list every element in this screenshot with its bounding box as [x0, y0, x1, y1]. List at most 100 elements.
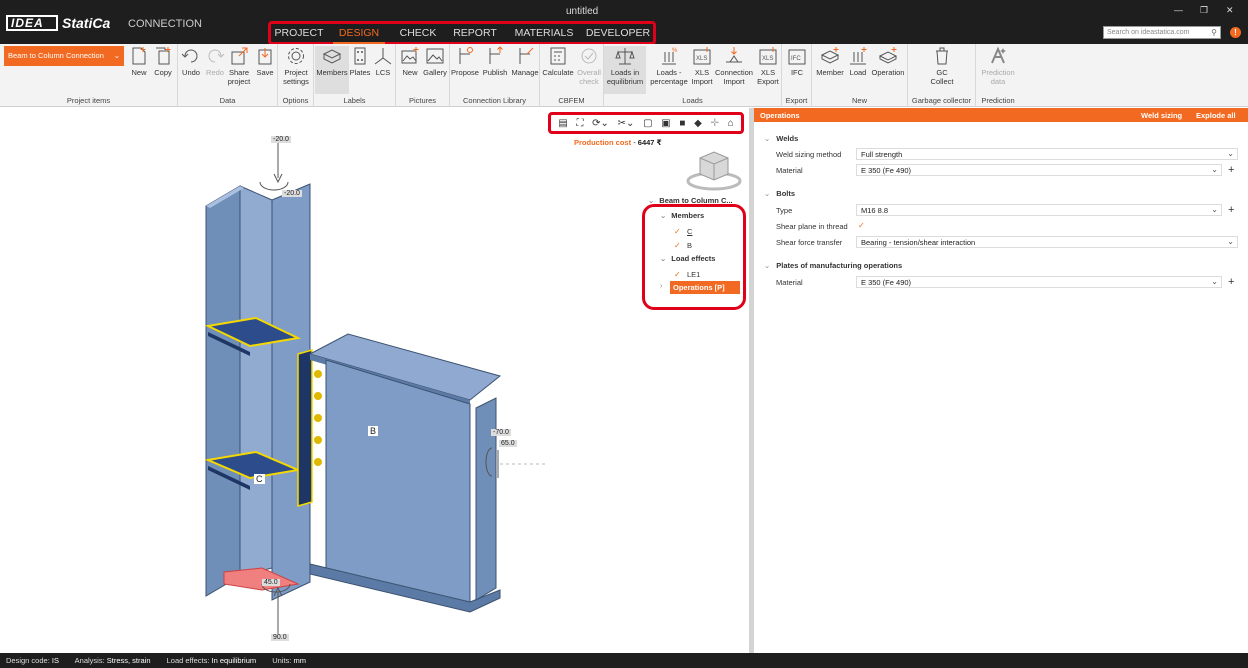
- weld-sizing-button[interactable]: Weld sizing: [1141, 111, 1182, 120]
- gallery-icon: [426, 48, 444, 64]
- members-label-toggle[interactable]: Members: [315, 46, 349, 94]
- lcs-toggle[interactable]: LCS: [372, 46, 394, 77]
- tab-developer[interactable]: DEVELOPER: [585, 24, 651, 42]
- tab-materials[interactable]: MATERIALS: [509, 24, 579, 42]
- undo-button[interactable]: Undo: [180, 46, 202, 77]
- redo-button[interactable]: Redo: [204, 46, 226, 77]
- overall-check-label: Overall check: [577, 68, 601, 86]
- section-plates[interactable]: ⌄ Plates of manufacturing operations: [764, 261, 902, 270]
- tree-member-c[interactable]: ✓ C: [674, 227, 692, 236]
- zoom-fit-icon[interactable]: ⛶: [576, 118, 583, 129]
- add-material-icon[interactable]: +: [1228, 165, 1234, 176]
- publish-button[interactable]: Publish: [480, 46, 510, 77]
- group-label: CBFEM: [558, 96, 585, 105]
- prediction-data-button[interactable]: Prediction data: [978, 46, 1018, 86]
- save-button[interactable]: Save: [254, 46, 276, 77]
- loads-in-equilibrium-button[interactable]: Loads in equilibrium: [604, 46, 646, 94]
- redo-label: Redo: [206, 68, 224, 77]
- section-bolts[interactable]: ⌄ Bolts: [764, 189, 795, 198]
- group-label: Export: [785, 96, 808, 105]
- connection-model[interactable]: [180, 128, 560, 648]
- new-operation-button[interactable]: Operation: [870, 46, 906, 77]
- tab-report[interactable]: REPORT: [447, 24, 503, 42]
- add-bolt-icon[interactable]: +: [1228, 205, 1234, 216]
- 3d-viewport[interactable]: ▤ ⛶ ⟳⌄ ✂⌄ ▢ ▣ ■ ◆ ✛ ⌂ Production cost - …: [0, 108, 749, 653]
- bolt-type-select[interactable]: M16 8.8 ⌄: [856, 204, 1222, 216]
- solid-icon[interactable]: ■: [679, 118, 685, 129]
- members-label: Members: [316, 68, 348, 77]
- close-icon[interactable]: ✕: [1226, 5, 1234, 16]
- view-cube-icon[interactable]: [686, 146, 742, 192]
- checkbox-icon[interactable]: ✓: [674, 271, 682, 279]
- plate-material-select[interactable]: E 350 (Fe 490) ⌄: [856, 276, 1222, 288]
- checkbox-icon[interactable]: ✓: [674, 242, 682, 250]
- loads-equilibrium-label: Loads in equilibrium: [606, 68, 644, 86]
- section-welds[interactable]: ⌄ Welds: [764, 134, 798, 143]
- home-icon[interactable]: ⌂: [728, 118, 734, 129]
- group-label: Project items: [66, 96, 111, 105]
- add-plate-material-icon[interactable]: +: [1228, 277, 1234, 288]
- tree-member-c-label: C: [687, 227, 693, 236]
- operations-panel: Operations Weld sizing Explode all ⌄ Weld…: [754, 108, 1248, 653]
- tree-operations[interactable]: Operations [P]: [670, 281, 740, 294]
- project-item-select[interactable]: Beam to Column Connection ⌄: [4, 46, 124, 66]
- calculate-button[interactable]: Calculate: [540, 46, 576, 77]
- minimize-icon[interactable]: —: [1174, 5, 1183, 15]
- tree-le1[interactable]: ✓ LE1: [674, 270, 700, 279]
- gc-collect-button[interactable]: GC Collect: [928, 46, 956, 86]
- member-icon: [820, 47, 840, 64]
- expand-icon[interactable]: ›: [660, 283, 662, 290]
- save-icon: [258, 48, 272, 65]
- gc-collect-label: GC Collect: [930, 68, 954, 86]
- new-member-button[interactable]: Member: [814, 46, 846, 77]
- group-label: Options: [282, 96, 309, 105]
- xls-import-button[interactable]: XLS XLS Import: [690, 46, 714, 86]
- section-view-icon[interactable]: ▤: [558, 118, 567, 129]
- restore-icon[interactable]: ❐: [1200, 5, 1208, 16]
- units-label: Units:: [272, 656, 292, 665]
- weld-sizing-method-select[interactable]: Full strength ⌄: [856, 148, 1238, 160]
- chevron-down-icon: ⌄: [1211, 205, 1218, 214]
- render-icon[interactable]: ◆: [694, 118, 702, 129]
- load-icon: [850, 47, 867, 65]
- tab-project[interactable]: PROJECT: [271, 24, 327, 42]
- tab-check[interactable]: CHECK: [393, 24, 443, 42]
- load-value-label: -70.0: [491, 429, 511, 436]
- svg-text:IFC: IFC: [791, 56, 801, 62]
- loads-percentage-button[interactable]: % Loads - percentage: [648, 46, 690, 86]
- search-input[interactable]: Search on ideastatica.com ⚲: [1103, 26, 1221, 39]
- wireframe-icon[interactable]: ▢: [643, 118, 652, 129]
- copy-button[interactable]: Copy: [152, 46, 174, 77]
- checkbox-icon[interactable]: ✓: [674, 228, 682, 236]
- tree-member-b[interactable]: ✓ B: [674, 241, 692, 250]
- viewport-toolbar: ▤ ⛶ ⟳⌄ ✂⌄ ▢ ▣ ■ ◆ ✛ ⌂: [548, 112, 744, 134]
- xls-export-button[interactable]: XLS XLS Export: [756, 46, 780, 86]
- info-icon[interactable]: !: [1230, 27, 1241, 38]
- units-value: mm: [293, 656, 306, 665]
- new-load-button[interactable]: Load: [846, 46, 870, 77]
- propose-button[interactable]: Propose: [450, 46, 480, 77]
- gallery-button[interactable]: Gallery: [422, 46, 448, 77]
- ifc-export-button[interactable]: IFC IFC: [785, 46, 809, 77]
- rotate-icon[interactable]: ⟳⌄: [592, 118, 609, 129]
- member-c-label: C: [254, 474, 265, 484]
- shear-force-select[interactable]: Bearing - tension/shear interaction ⌄: [856, 236, 1238, 248]
- new-item-button[interactable]: New: [128, 46, 150, 77]
- group-options: Project settings Options: [278, 44, 314, 107]
- explode-all-button[interactable]: Explode all: [1196, 111, 1236, 120]
- tree-load-effects[interactable]: ⌄ Load effects: [660, 254, 715, 263]
- crop-icon[interactable]: ✂⌄: [618, 118, 635, 129]
- project-settings-button[interactable]: Project settings: [280, 46, 312, 86]
- overall-check-button[interactable]: Overall check: [576, 46, 602, 86]
- tab-design[interactable]: DESIGN: [333, 26, 385, 44]
- plates-label-toggle[interactable]: Plates: [349, 46, 371, 77]
- tree-members[interactable]: ⌄ Members: [660, 211, 704, 220]
- connection-import-button[interactable]: Connection Import: [714, 46, 754, 86]
- shear-plane-checkbox[interactable]: ✓: [858, 221, 865, 230]
- transparent-icon[interactable]: ▣: [661, 118, 670, 129]
- new-picture-button[interactable]: New: [398, 46, 422, 77]
- weld-material-select[interactable]: E 350 (Fe 490) ⌄: [856, 164, 1222, 176]
- manage-button[interactable]: Manage: [510, 46, 540, 77]
- share-project-button[interactable]: Share project: [226, 46, 252, 86]
- center-icon[interactable]: ✛: [710, 118, 718, 129]
